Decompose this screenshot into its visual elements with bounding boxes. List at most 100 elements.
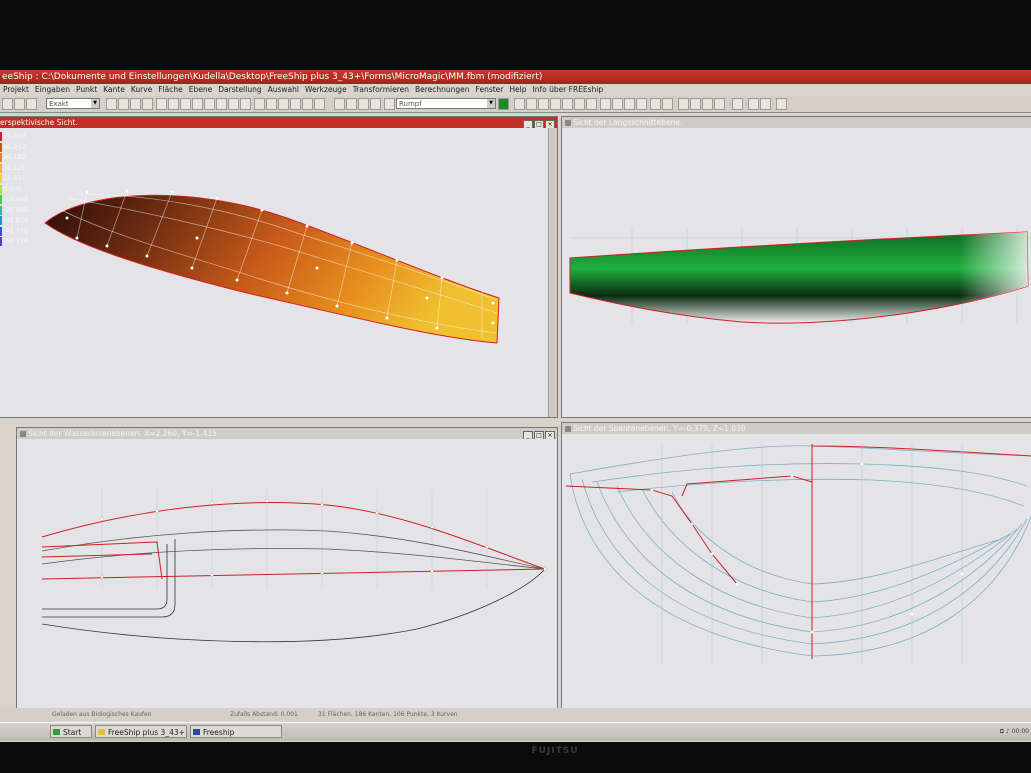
profile-title: Sicht der Längsschnittebene.	[573, 118, 683, 127]
waterlines-icon[interactable]	[216, 98, 227, 110]
edge-icon[interactable]	[118, 98, 129, 110]
menu-item-transformieren[interactable]: Transformieren	[350, 84, 412, 96]
perspective-view-title: erspektivische Sicht. _ □ ×	[0, 117, 557, 128]
add-point-icon[interactable]	[106, 98, 117, 110]
plan-centerline	[41, 568, 546, 580]
layer-color-swatch-icon[interactable]	[498, 98, 509, 110]
status-bar: Geladen aus Biologisches Kaufen Zufalls …	[0, 708, 1031, 722]
face-flip-icon[interactable]	[690, 98, 701, 110]
plan-points	[100, 499, 547, 579]
hydrostatics-icon[interactable]	[266, 98, 277, 110]
lock-all-icon[interactable]	[612, 98, 623, 110]
markers-icon[interactable]	[278, 98, 289, 110]
flowlines-icon[interactable]	[254, 98, 265, 110]
chevron-down-icon: ▼	[487, 99, 495, 108]
legend-row: -54.714	[0, 236, 45, 247]
plan-viewport[interactable]: Sicht der Wasserlinienebenen. X=2.260, Y…	[16, 427, 558, 709]
minimize-icon[interactable]: _	[523, 431, 533, 439]
menu-item-kurve[interactable]: Kurve	[128, 84, 155, 96]
undo-icon[interactable]	[26, 98, 37, 110]
start-button[interactable]: Start	[50, 725, 92, 738]
close-icon[interactable]: ×	[545, 120, 555, 128]
minimize-icon[interactable]: _	[523, 120, 533, 128]
grid-icon[interactable]	[168, 98, 179, 110]
maximize-icon[interactable]: □	[534, 120, 544, 128]
curve-icon[interactable]	[130, 98, 141, 110]
open-file-icon[interactable]	[2, 98, 13, 110]
menu-item-help[interactable]: Help	[506, 84, 529, 96]
maximize-icon[interactable]: □	[534, 431, 544, 439]
intersect-icon[interactable]	[748, 98, 759, 110]
perspective-scrollbar[interactable]	[548, 128, 557, 417]
legend-row: 15.061	[0, 173, 45, 184]
buttocks-icon[interactable]	[204, 98, 215, 110]
control-net-icon[interactable]	[180, 98, 191, 110]
menu-item-ebene[interactable]: Ebene	[186, 84, 215, 96]
taskbar-item-folder[interactable]: FreeShip plus 3_43+	[95, 725, 187, 738]
menu-item-berechnungen[interactable]: Berechnungen	[412, 84, 473, 96]
plan-window-buttons: _ □ ×	[522, 429, 555, 439]
profile-viewport[interactable]: Sicht der Längsschnittebene.	[561, 116, 1031, 418]
collapse-point-icon[interactable]	[526, 98, 537, 110]
curve-new-icon[interactable]	[732, 98, 743, 110]
stations-icon[interactable]	[192, 98, 203, 110]
lock-icon[interactable]	[600, 98, 611, 110]
perspective-viewport[interactable]: erspektivische Sicht. _ □ × 75.303 60.24…	[0, 116, 558, 418]
insert-point-icon[interactable]	[538, 98, 549, 110]
face-delete-icon[interactable]	[714, 98, 725, 110]
unlock-point-icon[interactable]	[562, 98, 573, 110]
menu-item-werkzeuge[interactable]: Werkzeuge	[302, 84, 350, 96]
save-file-icon[interactable]	[14, 98, 25, 110]
window-titlebar[interactable]: eeShip : C:\Dokumente und Einstellungen\…	[0, 70, 1031, 84]
unlock-icon[interactable]	[624, 98, 635, 110]
menu-item-fenster[interactable]: Fenster	[473, 84, 507, 96]
menu-item-info[interactable]: Info über FREEship	[529, 84, 606, 96]
body-viewport[interactable]: Sicht der Spantenebenen. Y=-0.379, Z=1.0…	[561, 422, 1031, 709]
delete-icon[interactable]	[586, 98, 597, 110]
desktop-screen: eeShip : C:\Dokumente und Einstellungen\…	[0, 70, 1031, 742]
layer-color-icon[interactable]	[346, 98, 357, 110]
edge-extrude-icon[interactable]	[650, 98, 661, 110]
pan-icon[interactable]	[314, 98, 325, 110]
background-icon[interactable]	[290, 98, 301, 110]
align-points-icon[interactable]	[574, 98, 585, 110]
view-icon	[565, 426, 571, 432]
menu-item-punkt[interactable]: Punkt	[73, 84, 100, 96]
move-icon[interactable]	[776, 98, 787, 110]
menu-item-flaeche[interactable]: Fläche	[155, 84, 186, 96]
menu-item-eingaben[interactable]: Eingaben	[32, 84, 73, 96]
profile-hull-drawing	[569, 228, 1031, 324]
new-point-icon[interactable]	[514, 98, 525, 110]
plan-sheer-line	[41, 502, 546, 570]
status-right: 31 Flächen, 186 Kanten, 106 Punkte, 3 Ku…	[318, 711, 458, 718]
precision-select[interactable]: Exakt ▼	[46, 98, 100, 109]
menu-bar: Projekt Eingaben Punkt Kante Kurve Fläche Eben…	[0, 84, 1031, 96]
layer-select[interactable]: Rumpf ▼	[396, 98, 496, 109]
folder-icon	[98, 729, 105, 735]
transform-icon[interactable]	[760, 98, 771, 110]
edge-split-icon[interactable]	[662, 98, 673, 110]
zoom-icon[interactable]	[302, 98, 313, 110]
menu-item-darstellung[interactable]: Darstellung	[215, 84, 264, 96]
network-icon[interactable]: ⧉	[1000, 728, 1004, 735]
perspective-title: erspektivische Sicht.	[0, 118, 78, 127]
menu-item-kante[interactable]: Kante	[100, 84, 128, 96]
face-new-icon[interactable]	[678, 98, 689, 110]
taskbar-item-freeship[interactable]: Freeship	[190, 725, 282, 738]
menu-item-projekt[interactable]: Projekt	[0, 84, 32, 96]
layer-visibility-icon[interactable]	[334, 98, 345, 110]
layer-delete-icon[interactable]	[384, 98, 395, 110]
shade-icon[interactable]	[156, 98, 167, 110]
layer-new-icon[interactable]	[370, 98, 381, 110]
volume-icon[interactable]: ♪	[1006, 728, 1010, 735]
menu-item-auswahl[interactable]: Auswahl	[265, 84, 302, 96]
diagonals-icon[interactable]	[228, 98, 239, 110]
face-mirror-icon[interactable]	[702, 98, 713, 110]
windows-logo-icon	[53, 729, 60, 735]
mirror-icon[interactable]	[142, 98, 153, 110]
close-icon[interactable]: ×	[545, 431, 555, 439]
lock-point-icon[interactable]	[550, 98, 561, 110]
unlock-all-icon[interactable]	[636, 98, 647, 110]
layer-props-icon[interactable]	[358, 98, 369, 110]
curvature-icon[interactable]	[240, 98, 251, 110]
